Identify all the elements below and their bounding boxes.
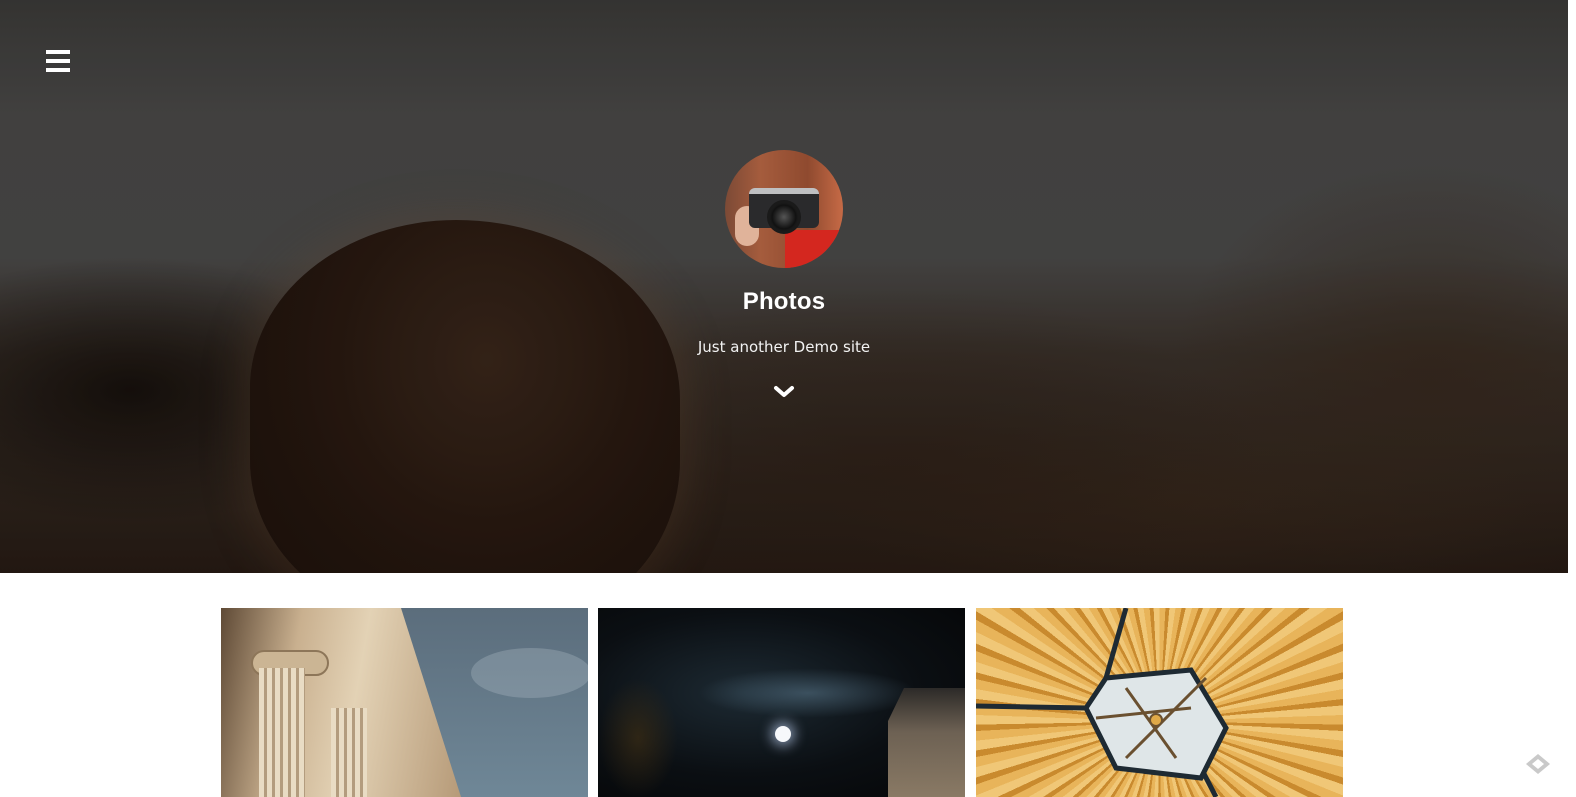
hero-banner: Photos Just another Demo site [0,0,1568,573]
gallery-item-umbrella[interactable] [976,608,1343,797]
feedly-icon[interactable] [1524,752,1552,776]
gallery-item-moon[interactable] [598,608,965,797]
gallery-item-columns[interactable] [221,608,588,797]
moon [775,726,791,742]
site-branding: Photos Just another Demo site [0,150,1568,407]
site-title[interactable]: Photos [0,288,1568,316]
chevron-down-icon[interactable] [772,382,796,402]
hamburger-menu-icon[interactable] [46,50,70,74]
site-tagline: Just another Demo site [697,338,871,356]
avatar[interactable] [725,150,843,268]
